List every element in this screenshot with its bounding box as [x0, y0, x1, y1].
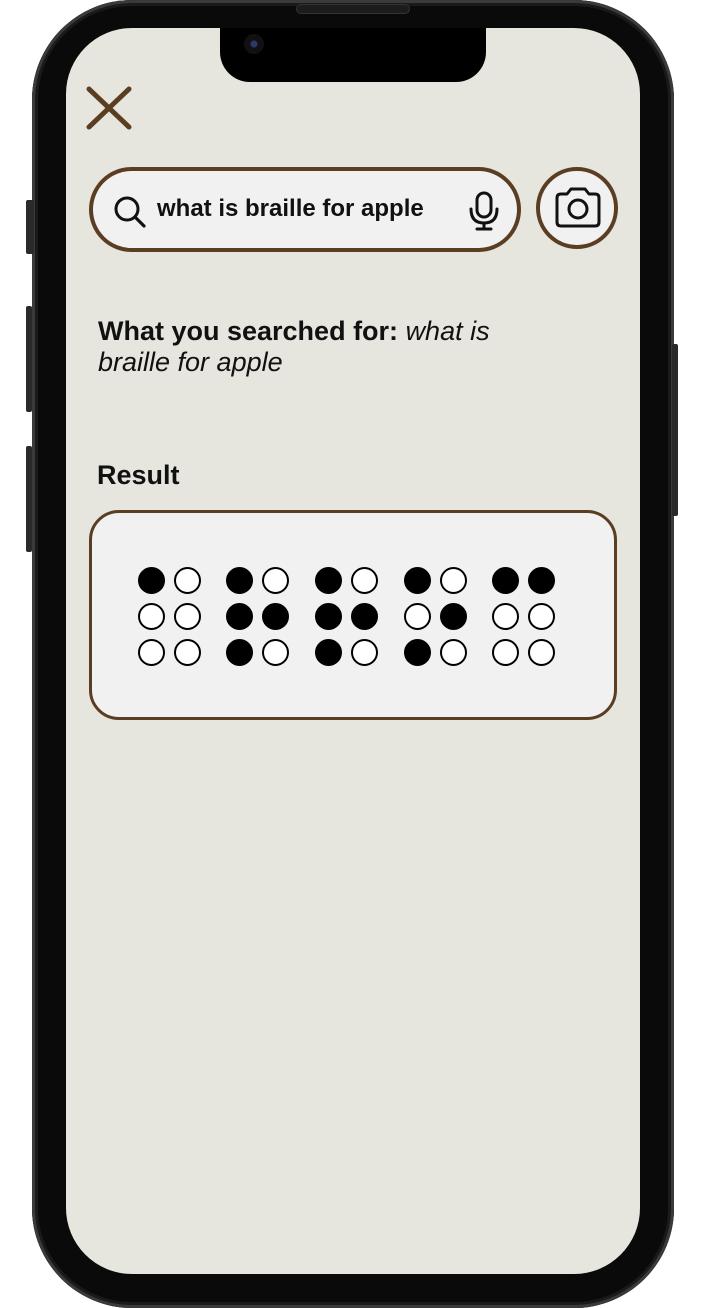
braille-dot-raised [138, 567, 165, 594]
braille-dot-raised [440, 603, 467, 630]
braille-dot-flat [351, 567, 378, 594]
braille-dot-raised [226, 603, 253, 630]
braille-dot-flat [404, 603, 431, 630]
braille-dot-flat [174, 603, 201, 630]
search-icon [114, 196, 146, 228]
search-bar[interactable]: what is braille for apple [89, 167, 521, 252]
search-input[interactable]: what is braille for apple [157, 195, 457, 223]
microphone-icon[interactable] [467, 191, 501, 231]
braille-dot-raised [315, 639, 342, 666]
braille-dot-flat [138, 603, 165, 630]
braille-cell [404, 567, 470, 667]
braille-dot-flat [174, 567, 201, 594]
braille-dot-raised [528, 567, 555, 594]
braille-dot-flat [262, 567, 289, 594]
braille-dot-raised [226, 567, 253, 594]
camera-icon [555, 187, 601, 228]
braille-dot-flat [440, 639, 467, 666]
braille-dot-raised [351, 603, 378, 630]
braille-cell [138, 567, 204, 667]
braille-dot-raised [404, 567, 431, 594]
close-button[interactable] [86, 86, 132, 132]
braille-dot-flat [351, 639, 378, 666]
braille-dot-raised [404, 639, 431, 666]
braille-cell [226, 567, 292, 667]
braille-dot-flat [528, 639, 555, 666]
camera-button[interactable] [536, 167, 618, 249]
earpiece-speaker [296, 4, 410, 14]
braille-cell [315, 567, 381, 667]
volume-up-button [26, 306, 32, 412]
searched-for-text: What you searched for: what is braille f… [98, 316, 538, 378]
braille-dot-flat [174, 639, 201, 666]
braille-dot-raised [315, 567, 342, 594]
close-icon [86, 86, 132, 130]
braille-dot-raised [492, 567, 519, 594]
volume-down-button [26, 446, 32, 552]
braille-dot-flat [440, 567, 467, 594]
braille-result-card [89, 510, 617, 720]
braille-dot-raised [262, 603, 289, 630]
mute-switch [26, 200, 34, 254]
braille-dot-flat [492, 603, 519, 630]
braille-dot-raised [226, 639, 253, 666]
front-camera [244, 34, 264, 54]
braille-dot-raised [315, 603, 342, 630]
braille-dot-flat [492, 639, 519, 666]
result-heading: Result [97, 460, 180, 490]
braille-dot-flat [528, 603, 555, 630]
braille-dot-flat [138, 639, 165, 666]
power-button [672, 344, 678, 516]
searched-for-label: What you searched for: [98, 316, 399, 346]
braille-cell [492, 567, 558, 667]
braille-dot-flat [262, 639, 289, 666]
